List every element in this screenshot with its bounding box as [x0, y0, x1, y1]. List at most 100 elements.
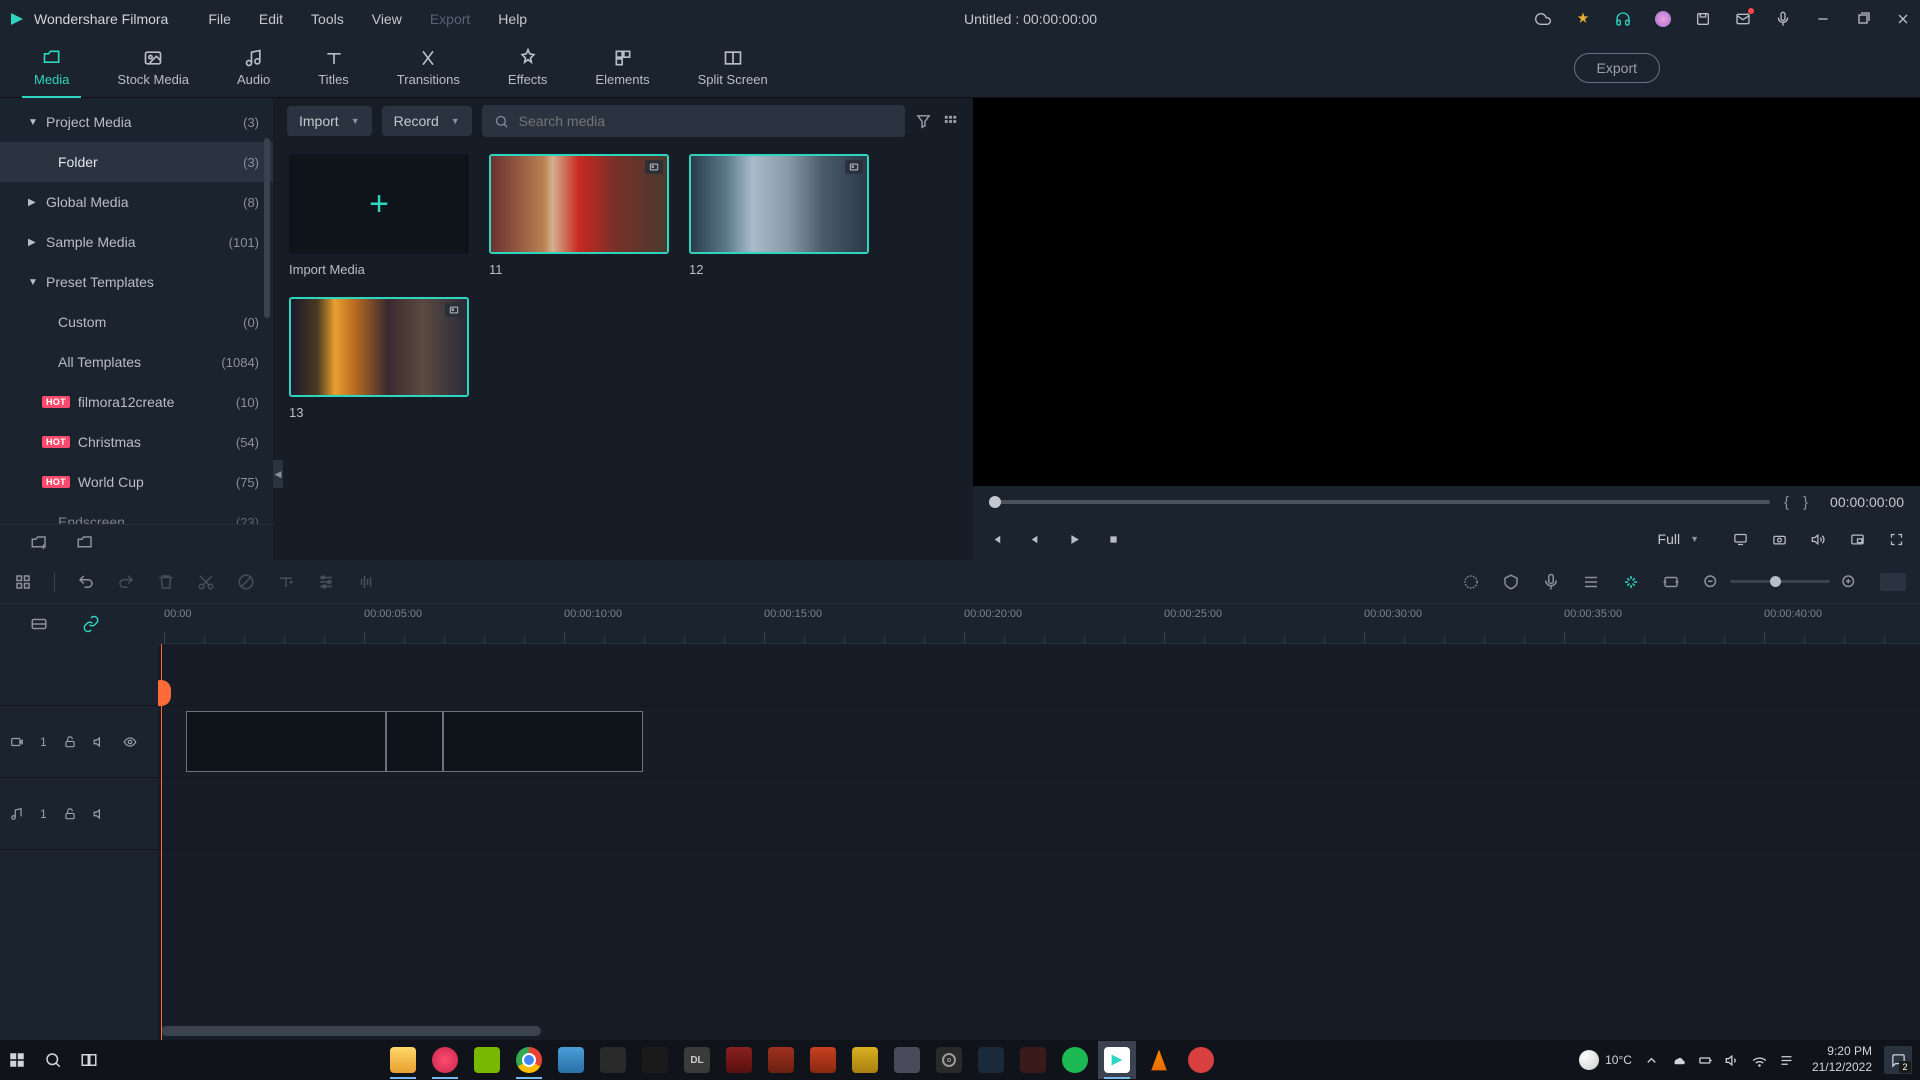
maximize-icon[interactable] — [1854, 10, 1872, 28]
timeline-scrollbar[interactable] — [161, 1026, 541, 1036]
tray-onedrive-icon[interactable] — [1671, 1053, 1686, 1068]
filter-icon[interactable] — [915, 113, 932, 130]
taskbar-app[interactable] — [846, 1041, 884, 1079]
taskbar-app[interactable] — [1014, 1041, 1052, 1079]
sidebar-item-all-templates[interactable]: All Templates(1084) — [0, 342, 273, 382]
taskview-icon[interactable] — [80, 1051, 98, 1069]
stop-icon[interactable] — [1106, 532, 1121, 547]
scrub-handle[interactable] — [989, 496, 1001, 508]
taskbar-app[interactable] — [972, 1041, 1010, 1079]
sidebar-item-preset-templates[interactable]: ▼Preset Templates — [0, 262, 273, 302]
media-clip-11[interactable]: 11 — [489, 154, 669, 277]
tray-lang-icon[interactable] — [1779, 1053, 1794, 1068]
timeline-clip[interactable] — [386, 711, 443, 772]
tab-stock-media[interactable]: Stock Media — [93, 48, 213, 87]
menu-help[interactable]: Help — [498, 11, 527, 27]
save-icon[interactable] — [1694, 10, 1712, 28]
taskbar-app-explorer[interactable] — [384, 1041, 422, 1079]
play-icon[interactable] — [1067, 532, 1082, 547]
cloud-icon[interactable] — [1534, 10, 1552, 28]
tab-split-screen[interactable]: Split Screen — [674, 48, 792, 87]
text-tool-icon[interactable] — [277, 573, 295, 591]
record-dropdown[interactable]: Record▼ — [382, 106, 472, 136]
taskbar-app[interactable] — [636, 1041, 674, 1079]
zoom-fit-button[interactable] — [1880, 573, 1906, 591]
zoom-out-icon[interactable] — [1702, 573, 1720, 591]
menu-edit[interactable]: Edit — [259, 11, 283, 27]
message-icon[interactable] — [1734, 10, 1752, 28]
sidebar-item-sample-media[interactable]: ▶Sample Media(101) — [0, 222, 273, 262]
taskbar-app-vlc[interactable] — [1140, 1041, 1178, 1079]
zoom-slider[interactable] — [1730, 580, 1830, 583]
taskbar-app[interactable] — [804, 1041, 842, 1079]
taskbar-app[interactable] — [720, 1041, 758, 1079]
timeline-clip[interactable] — [443, 711, 643, 772]
mark-in-icon[interactable]: { — [1784, 494, 1789, 511]
media-clip-12[interactable]: 12 — [689, 154, 869, 277]
marker-icon[interactable] — [1502, 573, 1520, 591]
display-icon[interactable] — [1733, 532, 1748, 547]
sidebar-item-world-cup[interactable]: HOTWorld Cup(75) — [0, 462, 273, 502]
lock-icon[interactable] — [63, 735, 77, 749]
import-dropdown[interactable]: Import▼ — [287, 106, 372, 136]
taskbar-app[interactable]: DL — [678, 1041, 716, 1079]
audio-lane[interactable] — [158, 778, 1920, 849]
menu-export[interactable]: Export — [430, 11, 470, 27]
pip-icon[interactable] — [1850, 532, 1865, 547]
zoom-handle[interactable] — [1770, 576, 1781, 587]
sidebar-item-filmora12create[interactable]: HOTfilmora12create(10) — [0, 382, 273, 422]
taskbar-app-opera[interactable] — [426, 1041, 464, 1079]
taskbar-clock[interactable]: 9:20 PM 21/12/2022 — [1812, 1044, 1872, 1075]
minimize-icon[interactable] — [1814, 10, 1832, 28]
weather-widget[interactable]: 10°C — [1579, 1050, 1632, 1070]
adjust-icon[interactable] — [317, 573, 335, 591]
redo-icon[interactable] — [117, 573, 135, 591]
crop-icon[interactable] — [237, 573, 255, 591]
import-media-tile[interactable]: + Import Media — [289, 154, 469, 277]
tab-transitions[interactable]: Transitions — [373, 48, 484, 87]
folder-icon[interactable] — [76, 534, 94, 552]
menu-view[interactable]: View — [372, 11, 402, 27]
undo-icon[interactable] — [77, 573, 95, 591]
tray-chevron-icon[interactable] — [1644, 1053, 1659, 1068]
lock-icon[interactable] — [63, 807, 77, 821]
start-icon[interactable] — [8, 1051, 26, 1069]
delete-icon[interactable] — [157, 573, 175, 591]
tab-titles[interactable]: Titles — [294, 48, 373, 87]
fit-screen-icon[interactable] — [1662, 573, 1680, 591]
tray-volume-icon[interactable] — [1725, 1053, 1740, 1068]
taskbar-app-filmora[interactable] — [1098, 1041, 1136, 1079]
sidebar-item-custom[interactable]: Custom(0) — [0, 302, 273, 342]
quality-dropdown[interactable]: Full▼ — [1648, 527, 1709, 551]
tray-battery-icon[interactable] — [1698, 1053, 1713, 1068]
render-icon[interactable] — [1462, 573, 1480, 591]
collapse-handle[interactable]: ◀ — [273, 460, 283, 488]
grid-view-icon[interactable] — [942, 113, 959, 130]
menu-tools[interactable]: Tools — [311, 11, 344, 27]
search-taskbar-icon[interactable] — [44, 1051, 62, 1069]
audio-tool-icon[interactable] — [357, 573, 375, 591]
tips-icon[interactable] — [1574, 10, 1592, 28]
play-backward-icon[interactable] — [1028, 532, 1043, 547]
prev-frame-icon[interactable] — [989, 532, 1004, 547]
timeline-clip[interactable] — [186, 711, 386, 772]
menu-file[interactable]: File — [208, 11, 231, 27]
sidebar-item-christmas[interactable]: HOTChristmas(54) — [0, 422, 273, 462]
taskbar-app[interactable] — [552, 1041, 590, 1079]
close-icon[interactable] — [1894, 10, 1912, 28]
voiceover-icon[interactable] — [1542, 573, 1560, 591]
taskbar-app[interactable] — [930, 1041, 968, 1079]
fullscreen-icon[interactable] — [1889, 532, 1904, 547]
tab-effects[interactable]: Effects — [484, 48, 572, 87]
sidebar-scrollbar[interactable] — [264, 138, 270, 318]
notifications-icon[interactable]: 2 — [1884, 1046, 1912, 1074]
sidebar-item-global-media[interactable]: ▶Global Media(8) — [0, 182, 273, 222]
taskbar-app[interactable] — [888, 1041, 926, 1079]
tab-media[interactable]: Media — [10, 48, 93, 87]
new-folder-icon[interactable] — [30, 534, 48, 552]
cut-icon[interactable] — [197, 573, 215, 591]
auto-tool-icon[interactable] — [1622, 573, 1640, 591]
mixer-icon[interactable] — [1582, 573, 1600, 591]
video-lane[interactable] — [158, 706, 1920, 777]
snapshot-icon[interactable] — [1772, 532, 1787, 547]
